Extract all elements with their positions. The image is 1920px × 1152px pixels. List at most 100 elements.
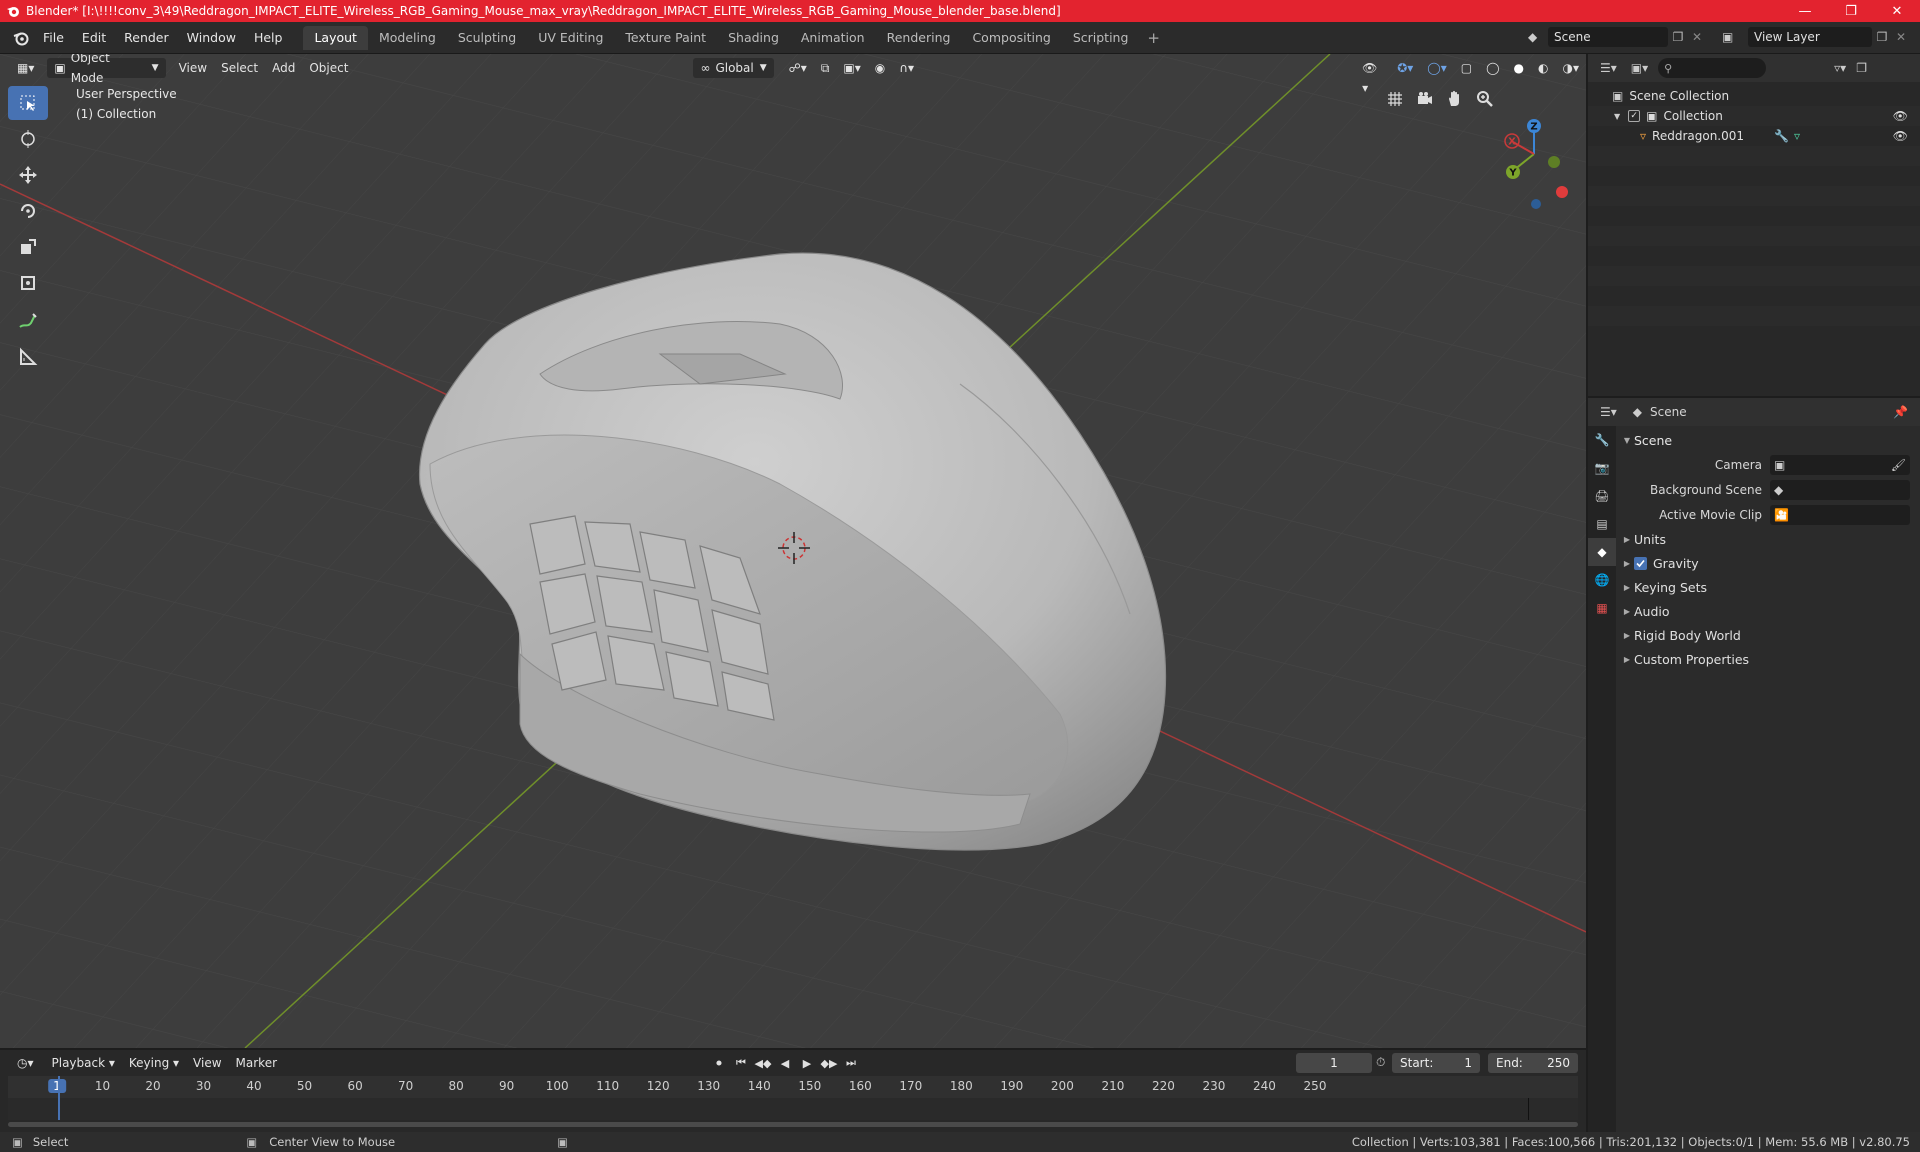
- next-keyframe-icon[interactable]: ◆▶: [820, 1053, 838, 1073]
- units-panel-header[interactable]: ▶ Units: [1620, 527, 1916, 551]
- timeline-scrollbar[interactable]: [8, 1122, 1578, 1127]
- tab-shading[interactable]: Shading: [717, 26, 790, 50]
- camera-field[interactable]: ▣ 🖌: [1770, 454, 1910, 475]
- tab-texture-paint[interactable]: Texture Paint: [614, 26, 717, 50]
- tool-props-tab-icon[interactable]: 🔧: [1588, 426, 1616, 454]
- menu-select[interactable]: Select: [214, 58, 265, 78]
- scene-selector[interactable]: ◆ Scene ❐ ✕: [1528, 26, 1712, 48]
- select-box-tool-icon[interactable]: [8, 86, 48, 120]
- gravity-checkbox[interactable]: [1634, 556, 1647, 570]
- background-scene-field[interactable]: ◆: [1770, 479, 1910, 500]
- pan-hand-icon[interactable]: [1440, 84, 1470, 114]
- record-icon[interactable]: ⚫: [710, 1053, 728, 1073]
- prev-keyframe-icon[interactable]: ◀◆: [754, 1053, 772, 1073]
- pivot-icon[interactable]: ☍▾: [782, 58, 814, 78]
- annotate-tool-icon[interactable]: [8, 304, 48, 338]
- view-layer-field[interactable]: View Layer: [1748, 27, 1872, 47]
- collection-checkbox[interactable]: ✓: [1628, 110, 1641, 122]
- scene-props-tab-icon[interactable]: ◆: [1588, 538, 1616, 566]
- menu-view[interactable]: View: [172, 58, 214, 78]
- snap-target-icon[interactable]: ▣▾: [836, 58, 867, 78]
- scale-tool-icon[interactable]: [8, 230, 48, 264]
- current-frame-field[interactable]: 1: [1296, 1053, 1372, 1073]
- start-frame-field[interactable]: Start: 1: [1392, 1053, 1480, 1073]
- gravity-panel-header[interactable]: ▶ Gravity: [1620, 551, 1916, 575]
- remove-scene-icon[interactable]: ✕: [1688, 30, 1706, 44]
- viewport-scene[interactable]: Z Y X: [0, 54, 1586, 1048]
- camera-view-icon[interactable]: [1410, 84, 1440, 114]
- close-icon[interactable]: ✕: [1874, 0, 1920, 22]
- shading-wireframe-icon[interactable]: ◯: [1479, 58, 1506, 78]
- move-tool-icon[interactable]: [8, 158, 48, 192]
- add-workspace-icon[interactable]: +: [1139, 26, 1168, 50]
- active-movie-clip-field[interactable]: 🎦: [1770, 504, 1910, 525]
- menu-window[interactable]: Window: [178, 26, 245, 50]
- tab-rendering[interactable]: Rendering: [876, 26, 962, 50]
- tab-modeling[interactable]: Modeling: [368, 26, 447, 50]
- stopwatch-icon[interactable]: ⏱: [1376, 1055, 1385, 1070]
- end-frame-field[interactable]: End: 250: [1488, 1053, 1578, 1073]
- blender-menu-icon[interactable]: [8, 27, 34, 49]
- menu-marker[interactable]: Marker: [229, 1053, 284, 1073]
- audio-panel-header[interactable]: ▶ Audio: [1620, 599, 1916, 623]
- custom-properties-panel-header[interactable]: ▶ Custom Properties: [1620, 647, 1916, 671]
- menu-keying[interactable]: Keying ▾: [122, 1053, 186, 1073]
- menu-playback[interactable]: Playback ▾: [45, 1053, 122, 1073]
- snap-icon[interactable]: ⧉: [814, 58, 837, 78]
- grid-view-icon[interactable]: [1380, 84, 1410, 114]
- gizmo-neg-y-icon[interactable]: [1548, 156, 1560, 168]
- maximize-icon[interactable]: ❐: [1828, 0, 1874, 22]
- pin-icon[interactable]: 📌: [1893, 405, 1908, 419]
- shading-rendered-icon[interactable]: ◑▾: [1556, 58, 1587, 78]
- shading-material-icon[interactable]: ◐: [1531, 58, 1555, 78]
- tab-scripting[interactable]: Scripting: [1062, 26, 1140, 50]
- xray-icon[interactable]: ▢: [1454, 58, 1479, 78]
- falloff-icon[interactable]: ∩▾: [892, 58, 921, 78]
- play-icon[interactable]: ▶: [798, 1053, 816, 1073]
- shading-solid-icon[interactable]: ●: [1507, 58, 1531, 78]
- jump-start-icon[interactable]: ⏮: [732, 1053, 750, 1073]
- gizmo-neg-x-icon[interactable]: [1556, 186, 1568, 198]
- menu-render[interactable]: Render: [115, 26, 178, 50]
- gizmo-neg-z-icon[interactable]: [1531, 199, 1541, 209]
- menu-help[interactable]: Help: [245, 26, 292, 50]
- copy-scene-icon[interactable]: ❐: [1668, 30, 1688, 44]
- new-collection-icon[interactable]: ❐: [1856, 61, 1867, 75]
- mode-selector[interactable]: ▣ Object Mode ▼: [47, 54, 166, 85]
- view-layer-props-tab-icon[interactable]: ▤: [1588, 510, 1616, 538]
- view-layer-selector[interactable]: ▣ View Layer ❐ ✕: [1722, 26, 1912, 48]
- gizmo-toggle-icon[interactable]: ✪▾: [1390, 58, 1420, 78]
- timeline-editor-type-icon[interactable]: ◷▾: [10, 1053, 41, 1073]
- menu-edit[interactable]: Edit: [73, 26, 115, 50]
- render-props-tab-icon[interactable]: 📷: [1588, 454, 1616, 482]
- texture-props-tab-icon[interactable]: ▦: [1588, 594, 1616, 622]
- display-mode-icon[interactable]: ▣▾: [1631, 61, 1648, 75]
- editor-type-icon[interactable]: ▦▾: [10, 58, 41, 78]
- rotate-tool-icon[interactable]: [8, 194, 48, 228]
- transform-tool-icon[interactable]: [8, 266, 48, 300]
- copy-view-layer-icon[interactable]: ❐: [1872, 30, 1892, 44]
- zoom-icon[interactable]: [1470, 84, 1500, 114]
- properties-editor-type-icon[interactable]: ☰▾: [1600, 405, 1617, 419]
- tab-layout[interactable]: Layout: [303, 25, 368, 50]
- visibility-eye-icon[interactable]: 👁: [1893, 109, 1908, 123]
- mesh-data-icon[interactable]: ▿: [1794, 129, 1800, 143]
- outliner-editor-type-icon[interactable]: ☰▾: [1600, 61, 1617, 75]
- tab-compositing[interactable]: Compositing: [961, 26, 1061, 50]
- output-props-tab-icon[interactable]: 🖨: [1588, 482, 1616, 510]
- tab-animation[interactable]: Animation: [790, 26, 876, 50]
- measure-tool-icon[interactable]: [8, 340, 48, 374]
- scene-panel-header[interactable]: ▼ Scene: [1620, 428, 1916, 452]
- keying-sets-panel-header[interactable]: ▶ Keying Sets: [1620, 575, 1916, 599]
- cursor-tool-icon[interactable]: [8, 122, 48, 156]
- minimize-icon[interactable]: —: [1782, 0, 1828, 22]
- rigid-body-world-panel-header[interactable]: ▶ Rigid Body World: [1620, 623, 1916, 647]
- menu-timeline-view[interactable]: View: [186, 1053, 228, 1073]
- menu-object[interactable]: Object: [302, 58, 355, 78]
- proportional-edit-icon[interactable]: ◉: [868, 58, 892, 78]
- outliner-search-input[interactable]: ⚲: [1658, 58, 1767, 78]
- visibility-eye-icon[interactable]: 👁: [1893, 129, 1908, 143]
- tab-sculpting[interactable]: Sculpting: [447, 26, 527, 50]
- scene-field[interactable]: Scene: [1548, 27, 1668, 47]
- menu-file[interactable]: File: [34, 26, 73, 50]
